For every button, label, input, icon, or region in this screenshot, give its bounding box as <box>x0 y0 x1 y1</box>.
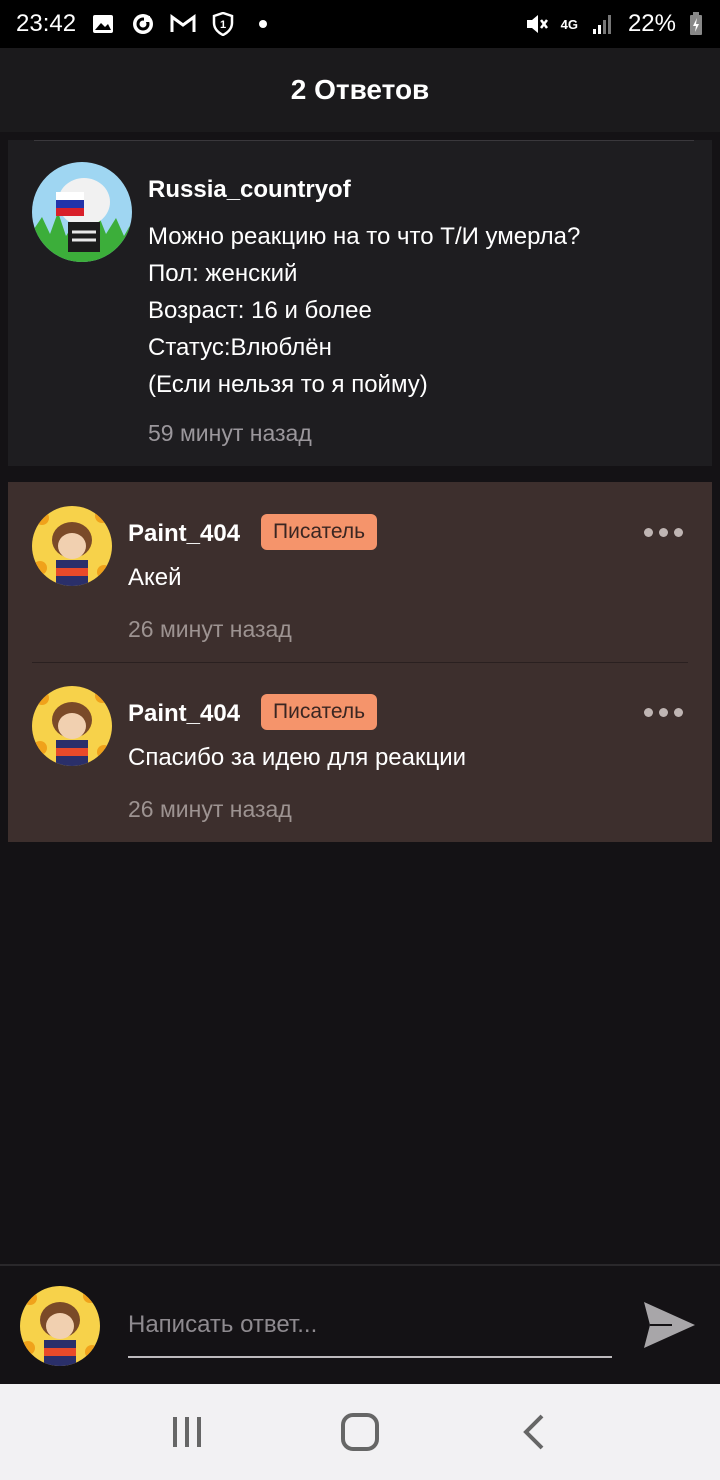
avatar[interactable] <box>32 506 112 586</box>
avatar[interactable] <box>32 686 112 766</box>
shield-icon: 1 <box>210 11 236 37</box>
post-timestamp: 59 минут назад <box>148 420 312 446</box>
divider <box>34 140 694 141</box>
status-time: 23:42 <box>16 10 77 37</box>
system-nav-bar <box>0 1384 720 1480</box>
reply-input[interactable] <box>128 1294 612 1358</box>
reply-author[interactable]: Paint_404 <box>128 520 240 548</box>
divider <box>32 662 688 663</box>
post-body: Можно реакцию на то что Т/И умерла? Пол:… <box>148 218 580 403</box>
header: 2 Ответов <box>0 48 720 132</box>
reply-author[interactable]: Paint_404 <box>128 700 240 728</box>
network-type: 4G <box>560 16 578 32</box>
post-line: Возраст: 16 и более <box>148 297 372 324</box>
reply-timestamp: 26 минут назад <box>128 616 292 642</box>
battery-icon <box>688 11 704 37</box>
avatar <box>20 1286 100 1366</box>
replies-list: Paint_404 Писатель Акей 26 минут назад P… <box>8 482 712 842</box>
reply-item: Paint_404 Писатель Акей 26 минут назад <box>8 482 712 662</box>
role-badge: Писатель <box>261 514 378 550</box>
role-badge: Писатель <box>261 694 378 730</box>
image-icon <box>90 11 116 37</box>
avatar[interactable] <box>32 162 132 262</box>
signal-icon <box>590 11 616 37</box>
dot-icon <box>250 11 276 37</box>
battery-percent: 22% <box>627 10 676 37</box>
post-line: Пол: женский <box>148 260 298 287</box>
post-line: Статус:Влюблён <box>148 334 332 361</box>
reply-timestamp: 26 минут назад <box>128 796 292 822</box>
more-options-icon[interactable] <box>644 708 683 717</box>
back-button[interactable] <box>503 1402 563 1462</box>
more-options-icon[interactable] <box>644 528 683 537</box>
post-line: (Если нельзя то я пойму) <box>148 371 428 398</box>
sync-icon <box>130 11 156 37</box>
reply-item: Paint_404 Писатель Спасибо за идею для р… <box>8 662 712 842</box>
post-line: Можно реакцию на то что Т/И умерла? <box>148 223 581 250</box>
svg-text:1: 1 <box>220 19 226 31</box>
home-button[interactable] <box>330 1402 390 1462</box>
page-title: 2 Ответов <box>290 74 430 105</box>
gmail-icon <box>170 11 196 37</box>
post-author[interactable]: Russia_countryof <box>148 176 351 204</box>
original-post: Russia_countryof Можно реакцию на то что… <box>8 140 712 466</box>
recent-apps-button[interactable] <box>157 1402 217 1462</box>
compose-bar <box>0 1264 720 1384</box>
send-icon[interactable] <box>640 1296 698 1354</box>
reply-text: Акей <box>128 564 182 591</box>
mute-icon <box>523 11 549 37</box>
reply-text: Спасибо за идею для реакции <box>128 744 467 771</box>
status-bar: 23:42 1 4G 22% <box>0 0 720 48</box>
